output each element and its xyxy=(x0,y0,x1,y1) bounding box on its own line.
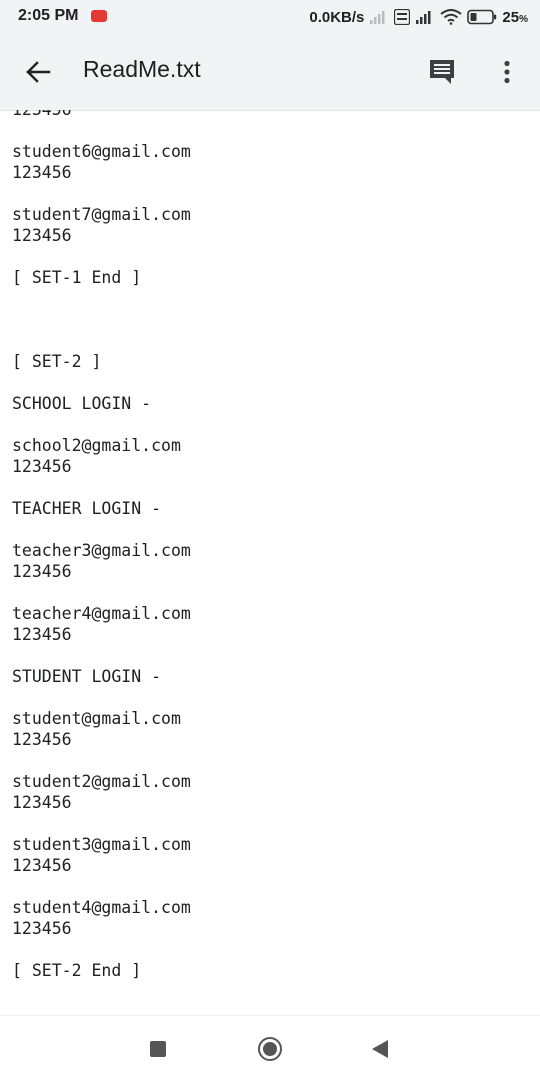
text-line: 123456 xyxy=(12,163,72,182)
notification-icon xyxy=(91,10,107,22)
more-vert-icon xyxy=(504,60,510,84)
comment-icon xyxy=(430,60,454,84)
document-view[interactable]: 123456 student6@gmail.com 123456 student7@g… xyxy=(0,110,540,1015)
text-line: 123456 xyxy=(12,625,72,644)
text-line: 123456 xyxy=(12,110,191,120)
text-line: student7@gmail.com xyxy=(12,205,191,224)
text-line: student2@gmail.com xyxy=(12,772,191,791)
file-title: ReadMe.txt xyxy=(83,56,201,82)
status-time: 2:05 PM xyxy=(18,7,79,24)
text-line: 123456 xyxy=(12,562,72,581)
text-line: 123456 xyxy=(12,856,72,875)
text-line: 123456 xyxy=(12,919,72,938)
text-line: 123456 xyxy=(12,730,72,749)
battery-value: 25 xyxy=(502,8,520,26)
signal-icon xyxy=(370,11,385,24)
wifi-icon xyxy=(440,9,463,25)
text-line: [ SET-2 ] xyxy=(12,352,102,371)
document-text: 123456 student6@gmail.com 123456 student7@g… xyxy=(12,110,191,981)
battery-percentage: 25% xyxy=(502,9,528,26)
text-line: student@gmail.com xyxy=(12,709,181,728)
text-line: student4@gmail.com xyxy=(12,898,191,917)
text-line: STUDENT LOGIN - xyxy=(12,667,162,686)
status-bar: 2:05 PM 0.0KB/s 25% xyxy=(0,0,540,34)
more-options-button[interactable] xyxy=(487,52,527,92)
text-line: 123456 xyxy=(12,457,72,476)
text-line: [ SET-2 End ] xyxy=(12,961,142,980)
signal-bars-icon xyxy=(416,11,431,24)
recent-apps-icon[interactable] xyxy=(150,1041,166,1057)
back-button[interactable] xyxy=(18,52,58,92)
text-line: student3@gmail.com xyxy=(12,835,191,854)
home-dot xyxy=(263,1042,277,1056)
battery-unit: % xyxy=(519,13,528,25)
screen: 2:05 PM 0.0KB/s 25% ReadMe.txt student6@… xyxy=(0,0,540,1080)
text-line: 123456 xyxy=(12,793,72,812)
text-line: TEACHER LOGIN - xyxy=(12,499,162,518)
volte-icon xyxy=(394,9,411,25)
text-line: school2@gmail.com xyxy=(12,436,181,455)
comment-button[interactable] xyxy=(422,52,462,92)
text-line: teacher4@gmail.com xyxy=(12,604,191,623)
arrow-left-icon xyxy=(26,61,51,83)
text-line: 123456 xyxy=(12,226,72,245)
text-line: student6@gmail.com xyxy=(12,142,191,161)
back-icon[interactable] xyxy=(372,1040,388,1058)
battery-icon xyxy=(467,9,497,25)
app-bar: ReadMe.txt xyxy=(0,34,540,111)
text-line: teacher3@gmail.com xyxy=(12,541,191,560)
text-line: [ SET-1 End ] xyxy=(12,268,142,287)
status-icons: 0.0KB/s 25% xyxy=(309,6,528,28)
text-line: SCHOOL LOGIN - xyxy=(12,394,152,413)
network-speed: 0.0KB/s xyxy=(309,8,365,26)
navigation-bar xyxy=(0,1015,540,1080)
home-icon[interactable] xyxy=(258,1037,282,1061)
